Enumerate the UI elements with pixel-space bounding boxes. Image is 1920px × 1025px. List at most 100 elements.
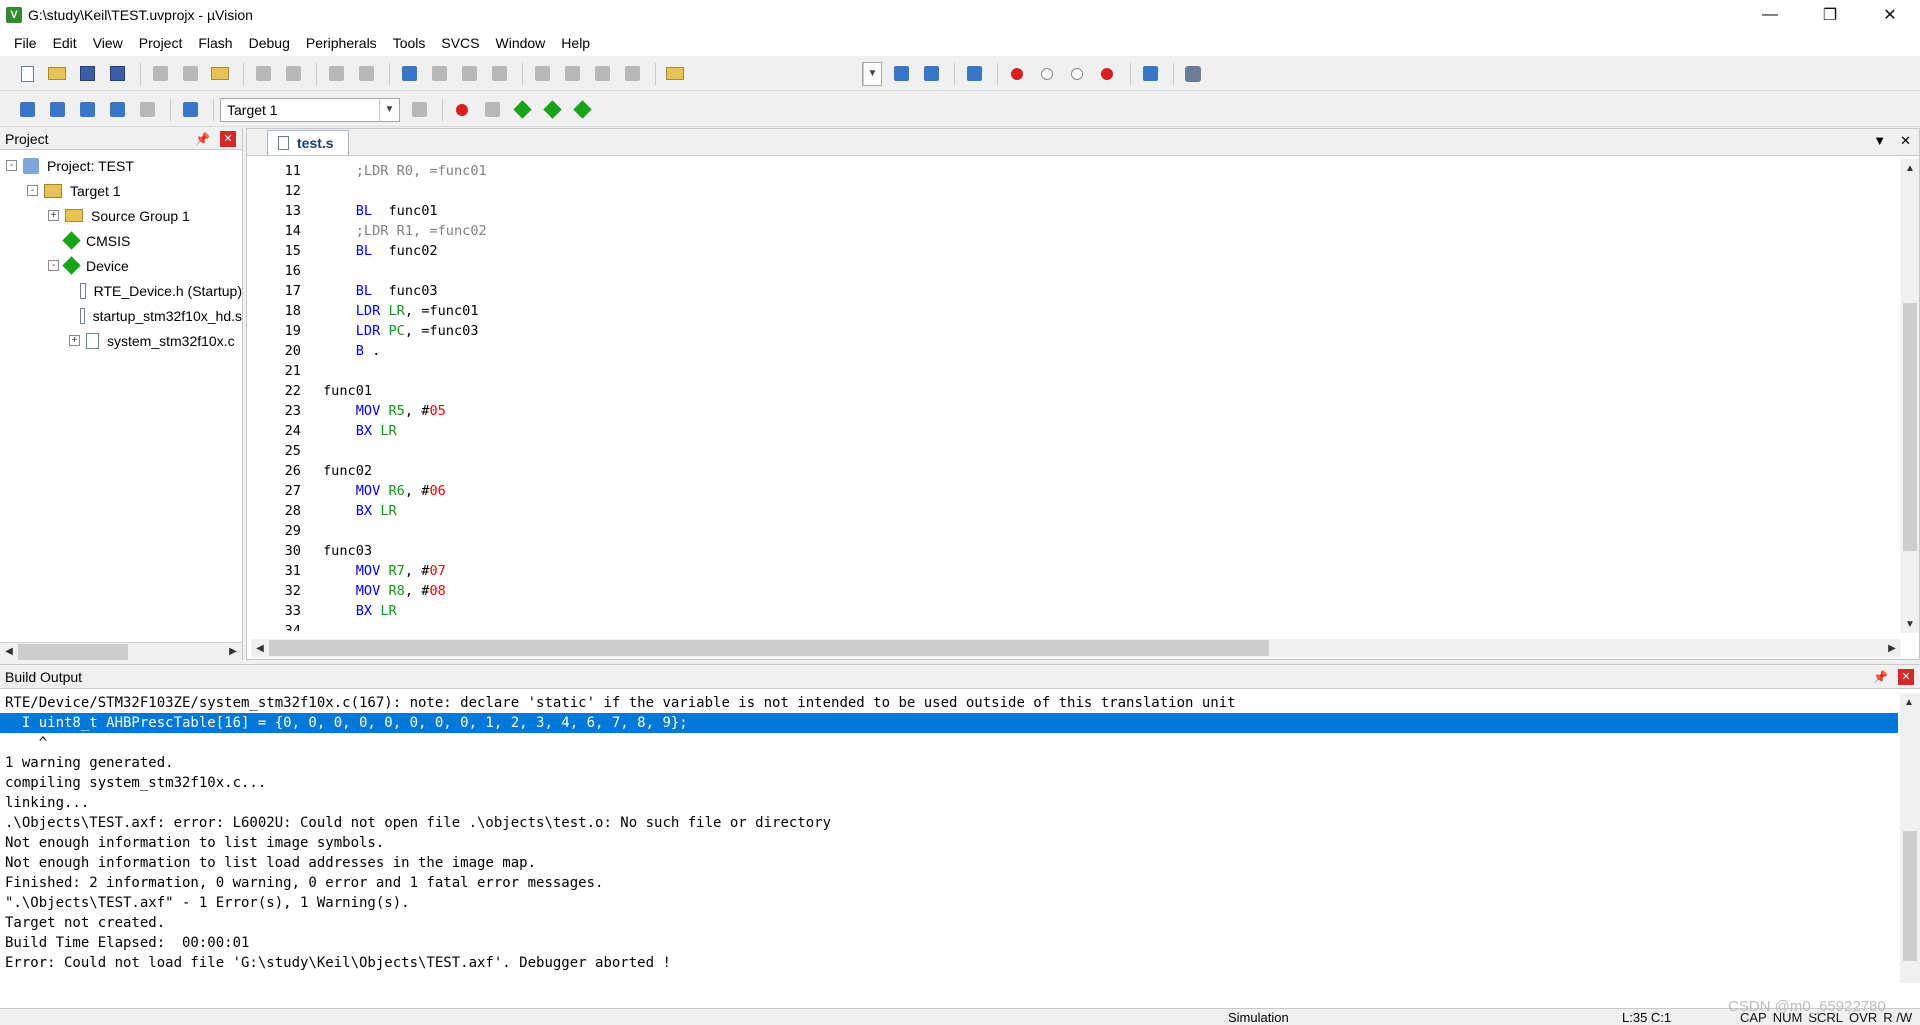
build-output-line[interactable]: linking... <box>0 793 1898 813</box>
build-output-line[interactable]: Finished: 2 information, 0 warning, 0 er… <box>0 873 1898 893</box>
download-button[interactable] <box>177 97 203 123</box>
menu-help[interactable]: Help <box>553 35 598 51</box>
tree-item[interactable]: startup_stm32f10x_hd.s <box>0 303 242 328</box>
code-line[interactable]: 17 BL func03 <box>253 281 1887 301</box>
restore-button[interactable]: ❐ <box>1800 0 1860 30</box>
navigate-back-button[interactable] <box>323 61 349 87</box>
menu-flash[interactable]: Flash <box>190 35 240 51</box>
code-line[interactable]: 14 ;LDR R1, =func02 <box>253 221 1887 241</box>
multi-project-button[interactable] <box>479 97 505 123</box>
code-line[interactable]: 19 LDR PC, =func03 <box>253 321 1887 341</box>
code-line[interactable]: 27 MOV R6, #06 <box>253 481 1887 501</box>
build-output-text[interactable]: RTE/Device/STM32F103ZE/system_stm32f10x.… <box>0 693 1898 983</box>
editor-horizontal-scrollbar[interactable]: ◀ ▶ <box>251 639 1901 657</box>
find-in-files-button[interactable] <box>662 61 688 87</box>
menu-window[interactable]: Window <box>488 35 554 51</box>
scroll-left-icon[interactable]: ◀ <box>0 643 18 661</box>
code-line[interactable]: 16 <box>253 261 1887 281</box>
scroll-up-icon[interactable]: ▲ <box>1900 693 1918 711</box>
start-debug-button[interactable] <box>961 61 987 87</box>
code-line[interactable]: 33 BX LR <box>253 601 1887 621</box>
build-output-line[interactable]: .\Objects\TEST.axf: error: L6002U: Could… <box>0 813 1898 833</box>
menu-debug[interactable]: Debug <box>241 35 298 51</box>
code-line[interactable]: 22 func01 <box>253 381 1887 401</box>
scroll-thumb[interactable] <box>269 640 1269 656</box>
target-select[interactable]: Target 1 ▼ <box>220 97 400 122</box>
code-line[interactable]: 34 <box>253 621 1887 631</box>
code-line[interactable]: 24 BX LR <box>253 421 1887 441</box>
build-output-line[interactable]: ^ <box>0 733 1898 753</box>
build-output-line[interactable]: ".\Objects\TEST.axf" - 1 Error(s), 1 War… <box>0 893 1898 913</box>
unindent-button[interactable] <box>559 61 585 87</box>
disable-all-breakpoints-button[interactable] <box>1064 61 1090 87</box>
tree-expander-icon[interactable]: - <box>6 160 17 171</box>
next-bookmark-button[interactable] <box>456 61 482 87</box>
kill-all-breakpoints-button[interactable] <box>1094 61 1120 87</box>
find-button[interactable] <box>888 61 914 87</box>
clear-bookmarks-button[interactable] <box>486 61 512 87</box>
project-horizontal-scrollbar[interactable]: ◀ ▶ <box>0 642 242 660</box>
scroll-right-icon[interactable]: ▶ <box>1883 639 1901 657</box>
target-options-button[interactable] <box>406 97 432 123</box>
batch-build-button[interactable] <box>104 97 130 123</box>
code-editor[interactable]: 11 ;LDR R0, =func01 12 13 BL func01 14 ;LDR… <box>253 161 1887 631</box>
code-line[interactable]: 20 B . <box>253 341 1887 361</box>
scroll-thumb[interactable] <box>18 643 128 660</box>
build-output-line[interactable]: Build Time Elapsed: 00:00:01 <box>0 933 1898 953</box>
tree-item[interactable]: CMSIS <box>0 228 242 253</box>
build-button[interactable] <box>44 97 70 123</box>
build-output-line[interactable]: Error: Could not load file 'G:\study\Kei… <box>0 953 1898 973</box>
window-layout-button[interactable] <box>1137 61 1163 87</box>
close-icon[interactable]: ✕ <box>1898 668 1914 685</box>
code-line[interactable]: 32 MOV R8, #08 <box>253 581 1887 601</box>
incremental-find-button[interactable] <box>918 61 944 87</box>
code-line[interactable]: 15 BL func02 <box>253 241 1887 261</box>
menu-project[interactable]: Project <box>131 35 191 51</box>
code-line[interactable]: 28 BX LR <box>253 501 1887 521</box>
manage-rte-button[interactable] <box>509 97 535 123</box>
paste-button[interactable] <box>207 61 233 87</box>
menu-peripherals[interactable]: Peripherals <box>298 35 385 51</box>
scroll-thumb[interactable] <box>1903 303 1917 551</box>
code-line[interactable]: 29 <box>253 521 1887 541</box>
pin-icon[interactable]: 📌 <box>195 132 210 146</box>
open-file-button[interactable] <box>44 61 70 87</box>
build-output-line[interactable]: compiling system_stm32f10x.c... <box>0 773 1898 793</box>
code-line[interactable]: 13 BL func01 <box>253 201 1887 221</box>
menu-edit[interactable]: Edit <box>45 35 85 51</box>
menu-view[interactable]: View <box>85 35 131 51</box>
rebuild-button[interactable] <box>74 97 100 123</box>
tree-item[interactable]: - Project: TEST <box>0 153 242 178</box>
close-tab-icon[interactable]: ✕ <box>1900 133 1911 149</box>
scroll-left-icon[interactable]: ◀ <box>251 639 269 657</box>
stop-build-button[interactable] <box>134 97 160 123</box>
build-output-line[interactable]: Not enough information to list image sym… <box>0 833 1898 853</box>
insert-breakpoint-button[interactable] <box>1004 61 1030 87</box>
prev-bookmark-button[interactable] <box>426 61 452 87</box>
scroll-thumb[interactable] <box>1903 831 1917 961</box>
build-output-line[interactable]: I uint8_t AHBPrescTable[16] = {0, 0, 0, … <box>0 713 1898 733</box>
cut-button[interactable] <box>147 61 173 87</box>
copy-button[interactable] <box>177 61 203 87</box>
new-file-button[interactable] <box>14 61 40 87</box>
menu-svcs[interactable]: SVCS <box>433 35 487 51</box>
comment-button[interactable] <box>589 61 615 87</box>
build-output-line[interactable]: Target not created. <box>0 913 1898 933</box>
tree-item[interactable]: RTE_Device.h (Startup) <box>0 278 242 303</box>
build-output-line[interactable]: RTE/Device/STM32F103ZE/system_stm32f10x.… <box>0 693 1898 713</box>
translate-button[interactable] <box>14 97 40 123</box>
tab-list-icon[interactable]: ▼ <box>1873 133 1886 149</box>
code-line[interactable]: 26 func02 <box>253 461 1887 481</box>
code-line[interactable]: 12 <box>253 181 1887 201</box>
code-line[interactable]: 21 <box>253 361 1887 381</box>
tree-expander-icon[interactable]: - <box>27 185 38 196</box>
undo-button[interactable] <box>250 61 276 87</box>
navigate-forward-button[interactable] <box>353 61 379 87</box>
pack-installer-button[interactable] <box>569 97 595 123</box>
scroll-up-icon[interactable]: ▲ <box>1901 159 1919 177</box>
code-line[interactable]: 31 MOV R7, #07 <box>253 561 1887 581</box>
find-dropdown[interactable]: ▼ <box>862 61 882 86</box>
build-output-line[interactable]: Not enough information to list load addr… <box>0 853 1898 873</box>
tree-expander-icon[interactable]: + <box>69 335 80 346</box>
tree-expander-icon[interactable]: - <box>48 260 59 271</box>
